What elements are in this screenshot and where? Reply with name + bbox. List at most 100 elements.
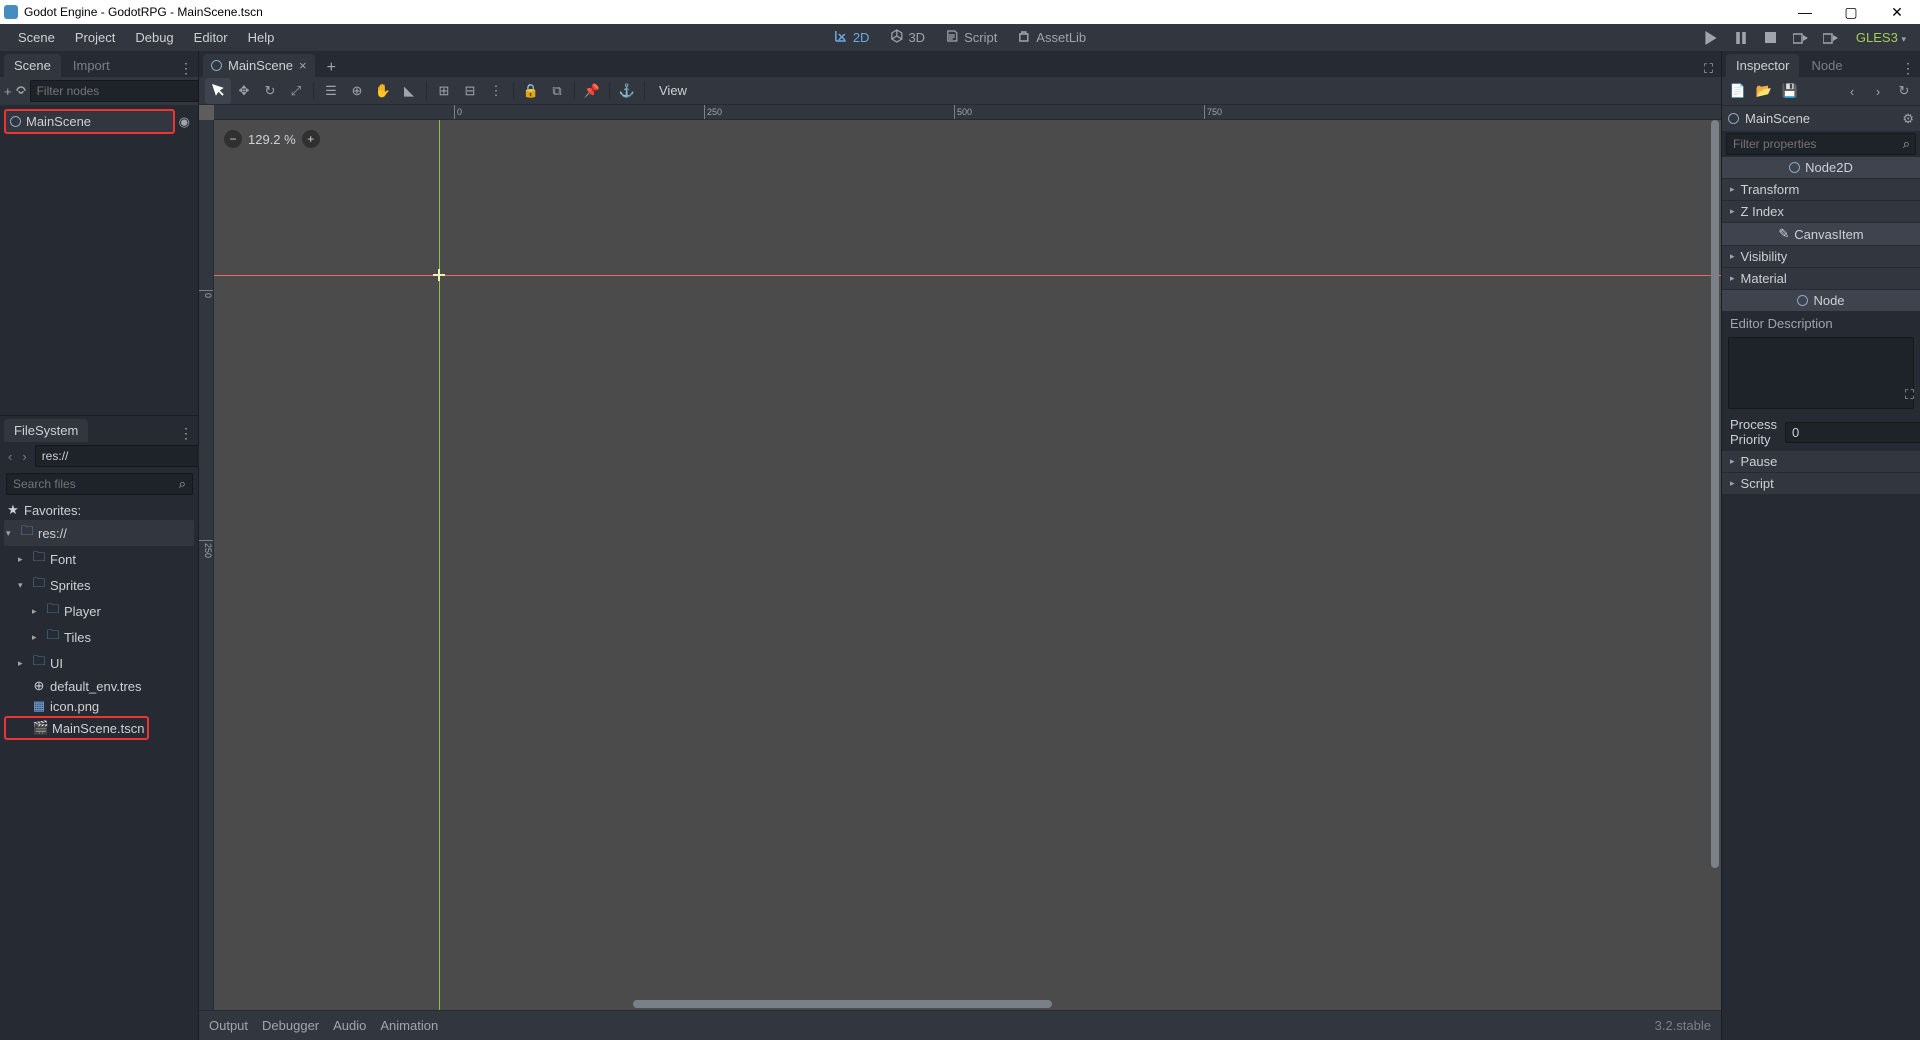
move-tool-icon[interactable]: ✥: [231, 78, 257, 104]
snap-options-icon[interactable]: ⋮: [483, 78, 509, 104]
history-next-icon[interactable]: ›: [1866, 79, 1890, 103]
bone-tool-icon[interactable]: 📌: [579, 78, 605, 104]
path-input[interactable]: [35, 445, 204, 467]
dock-menu-icon[interactable]: ⋮: [179, 425, 192, 442]
play-button[interactable]: [1700, 27, 1722, 49]
workspace-2d[interactable]: 2D: [824, 25, 880, 50]
folder-item[interactable]: ▾🗀Sprites: [4, 572, 194, 598]
object-menu-icon[interactable]: ⚙: [1902, 111, 1914, 127]
expand-arrow-icon[interactable]: ▸: [18, 658, 28, 669]
bottom-tab-audio[interactable]: Audio: [333, 1018, 366, 1033]
menu-project[interactable]: Project: [65, 26, 125, 49]
zoom-in-button[interactable]: +: [302, 130, 320, 148]
search-files-input[interactable]: [6, 473, 193, 495]
pause-button[interactable]: [1730, 27, 1752, 49]
new-tab-button[interactable]: +: [319, 59, 344, 77]
tab-inspector[interactable]: Inspector: [1726, 54, 1799, 77]
history-prev-icon[interactable]: ‹: [1840, 79, 1864, 103]
property-group[interactable]: ▸Transform: [1722, 179, 1920, 200]
play-scene-button[interactable]: [1790, 27, 1812, 49]
property-group[interactable]: ▸Visibility: [1722, 246, 1920, 267]
select-tool-icon[interactable]: [205, 78, 231, 104]
stop-button[interactable]: [1760, 27, 1782, 49]
tab-import[interactable]: Import: [63, 54, 120, 77]
file-item[interactable]: ⊕default_env.tres: [4, 676, 194, 696]
load-resource-icon[interactable]: 📂: [1752, 79, 1776, 103]
history-icon[interactable]: ↻: [1892, 79, 1916, 103]
folder-item[interactable]: ▸🗀Player: [4, 598, 194, 624]
nav-forward-icon[interactable]: ›: [20, 449, 28, 464]
nav-back-icon[interactable]: ‹: [6, 449, 14, 464]
zoom-out-button[interactable]: −: [224, 130, 242, 148]
renderer-selector[interactable]: GLES3 ▾: [1850, 30, 1912, 45]
process-priority-input[interactable]: [1785, 422, 1920, 443]
close-tab-icon[interactable]: ×: [299, 58, 307, 73]
play-custom-scene-button[interactable]: [1820, 27, 1842, 49]
folder-item[interactable]: ▸🗀Tiles: [4, 624, 194, 650]
filter-properties-input[interactable]: [1726, 133, 1916, 155]
dock-menu-icon[interactable]: ⋮: [179, 60, 192, 77]
folder-item[interactable]: ▸🗀UI: [4, 650, 194, 676]
property-group[interactable]: ▸Material: [1722, 268, 1920, 289]
visibility-toggle-icon[interactable]: ◉: [175, 114, 194, 130]
file-item[interactable]: 🎬MainScene.tscn: [4, 716, 149, 740]
filter-nodes-input[interactable]: [30, 80, 199, 102]
scale-tool-icon[interactable]: ⤢: [283, 78, 309, 104]
dock-menu-icon[interactable]: ⋮: [1901, 60, 1914, 77]
expand-arrow-icon[interactable]: ▸: [32, 606, 42, 617]
tab-filesystem[interactable]: FileSystem: [4, 419, 88, 442]
maximize-button[interactable]: ▢: [1832, 0, 1870, 24]
bottom-tab-animation[interactable]: Animation: [380, 1018, 438, 1033]
property-group[interactable]: ▸Script: [1722, 473, 1920, 494]
instance-scene-button[interactable]: [14, 79, 28, 103]
folder-item[interactable]: ▾🗀res://: [4, 520, 194, 546]
pivot-tool-icon[interactable]: ⊕: [344, 78, 370, 104]
menu-help[interactable]: Help: [238, 26, 285, 49]
tab-scene[interactable]: Scene: [4, 54, 61, 77]
lock-icon[interactable]: 🔒: [518, 78, 544, 104]
anchor-tool-icon[interactable]: ⚓: [614, 78, 640, 104]
minimize-button[interactable]: —: [1786, 0, 1824, 24]
save-resource-icon[interactable]: 💾: [1778, 79, 1802, 103]
class-header[interactable]: Node2D: [1722, 157, 1920, 178]
h-scrollbar[interactable]: [214, 1000, 1711, 1008]
expand-arrow-icon[interactable]: ▸: [32, 632, 42, 643]
ruler-tool-icon[interactable]: ◣: [396, 78, 422, 104]
canvas-area[interactable]: 0250500750 0250 − 129.2 % +: [199, 105, 1721, 1010]
origin-marker[interactable]: [433, 269, 445, 281]
property-group[interactable]: ▸Pause: [1722, 451, 1920, 472]
menu-scene[interactable]: Scene: [8, 26, 65, 49]
scene-tab-main[interactable]: MainScene ×: [203, 54, 315, 77]
snap-toggle-icon[interactable]: ⊞: [431, 78, 457, 104]
view-menu[interactable]: View: [649, 83, 697, 98]
class-header[interactable]: Node: [1722, 290, 1920, 311]
menu-editor[interactable]: Editor: [184, 26, 238, 49]
class-header[interactable]: ✎CanvasItem: [1722, 223, 1920, 245]
expand-arrow-icon[interactable]: ▸: [18, 554, 28, 565]
menu-debug[interactable]: Debug: [125, 26, 183, 49]
expand-arrow-icon[interactable]: ▾: [18, 580, 28, 591]
group-icon[interactable]: ⧉: [544, 78, 570, 104]
expand-arrow-icon[interactable]: ▾: [6, 528, 16, 539]
editor-description-input[interactable]: [1728, 337, 1914, 409]
file-item[interactable]: ▦icon.png: [4, 696, 194, 716]
bottom-tab-debugger[interactable]: Debugger: [262, 1018, 319, 1033]
bottom-tab-output[interactable]: Output: [209, 1018, 248, 1033]
grid-snap-icon[interactable]: ⊟: [457, 78, 483, 104]
new-resource-icon[interactable]: 📄: [1726, 79, 1750, 103]
tab-node[interactable]: Node: [1801, 54, 1852, 77]
pan-tool-icon[interactable]: ✋: [370, 78, 396, 104]
close-button[interactable]: ✕: [1878, 0, 1916, 24]
distraction-free-icon[interactable]: ⛶: [1704, 61, 1713, 77]
workspace-3d[interactable]: 3D: [879, 25, 935, 50]
workspace-assetlib[interactable]: AssetLib: [1007, 25, 1096, 50]
property-group[interactable]: ▸Z Index: [1722, 201, 1920, 222]
scene-root-node[interactable]: MainScene: [4, 109, 175, 134]
folder-item[interactable]: ▸🗀Font: [4, 546, 194, 572]
expand-inspector-icon[interactable]: ⛶: [1905, 387, 1914, 403]
rotate-tool-icon[interactable]: ↻: [257, 78, 283, 104]
viewport-canvas[interactable]: − 129.2 % +: [214, 120, 1721, 1010]
add-node-button[interactable]: +: [4, 79, 12, 103]
workspace-script[interactable]: Script: [935, 25, 1007, 50]
v-scrollbar[interactable]: [1711, 120, 1719, 1000]
